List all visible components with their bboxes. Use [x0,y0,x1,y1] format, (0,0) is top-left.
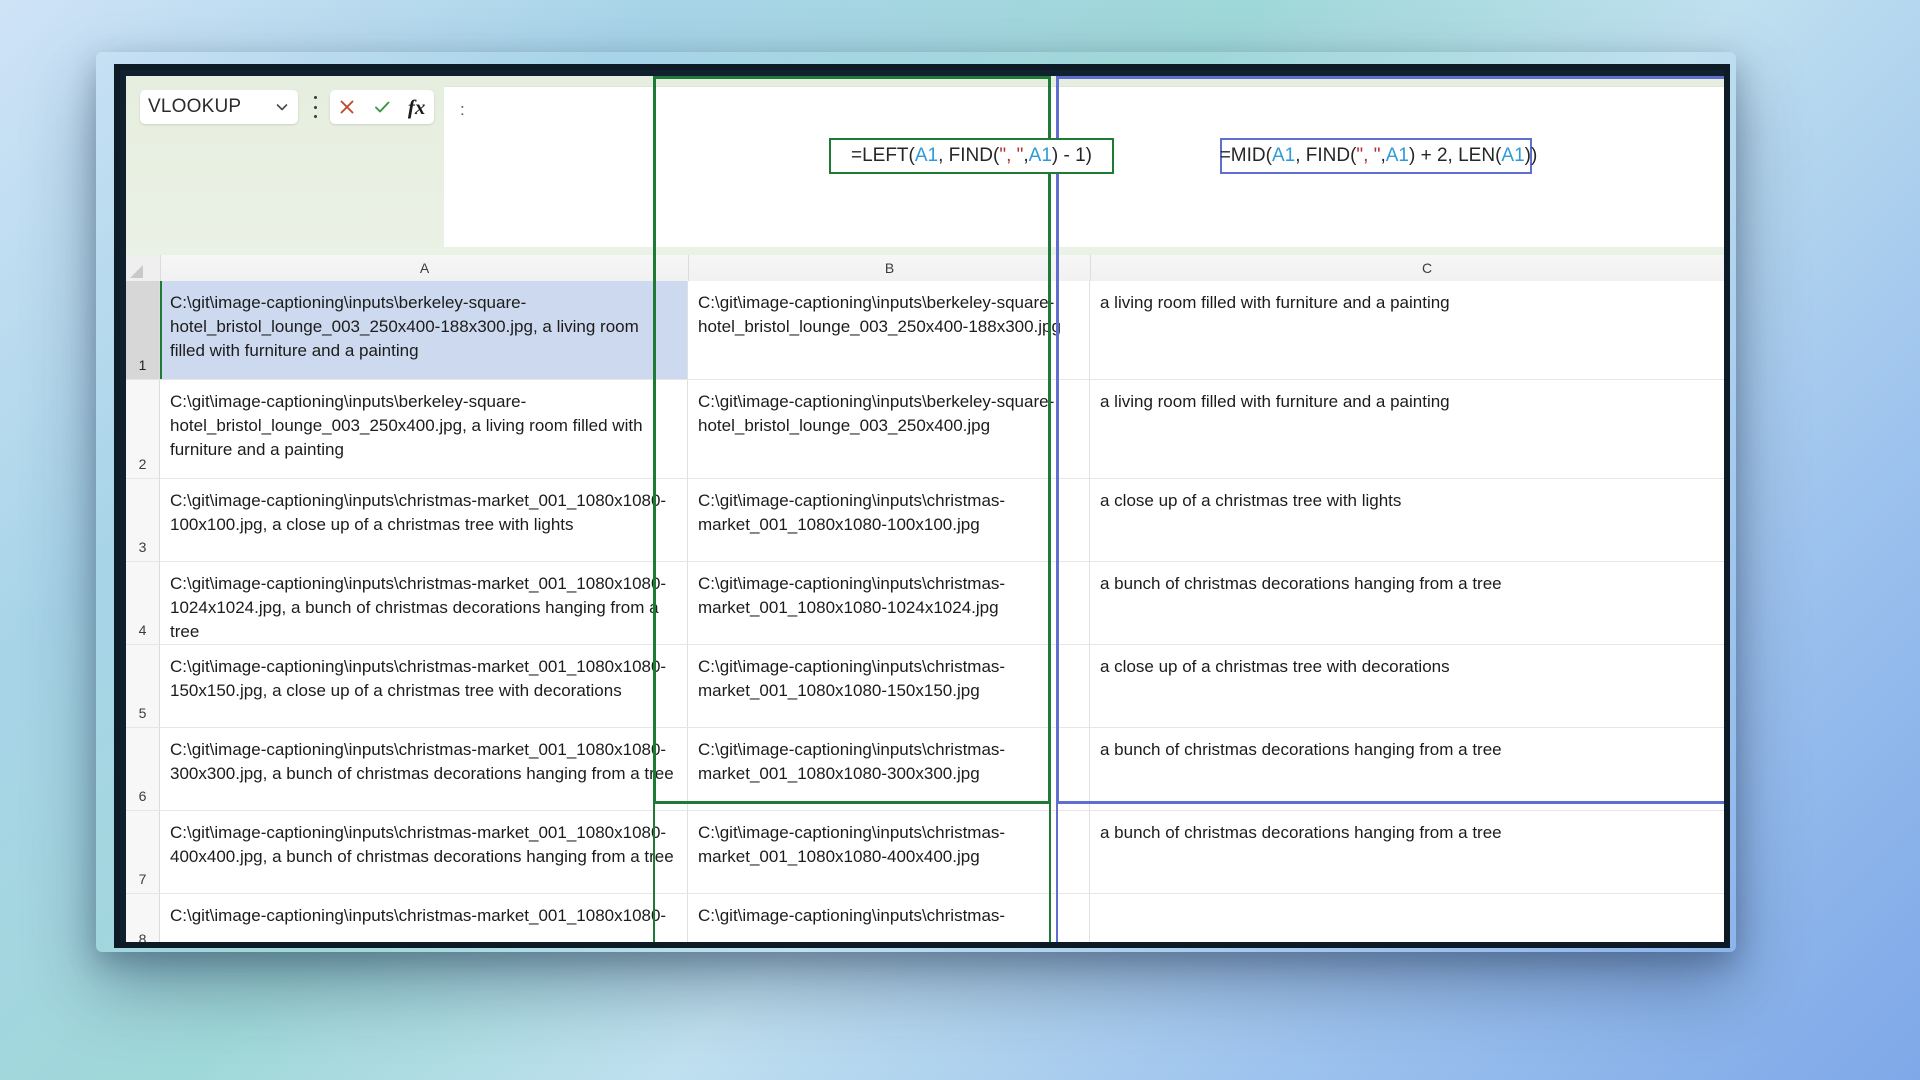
row-header-3[interactable]: 3 [126,479,160,561]
spreadsheet-window: VLOOKUP fx: A B C 1 C:\git\image-captio… [114,64,1730,948]
cell-A5[interactable]: C:\git\image-captioning\inputs\christmas… [160,645,688,727]
cell-grid: 1 C:\git\image-captioning\inputs\berkeley… [126,281,1724,942]
formula-token: A1 [1501,145,1525,166]
cell-A4[interactable]: C:\git\image-captioning\inputs\christmas… [160,562,688,644]
cell-A6[interactable]: C:\git\image-captioning\inputs\christmas… [160,728,688,810]
name-box-value: VLOOKUP [148,96,242,117]
column-header-row: A B C [126,255,1724,282]
column-header-c[interactable]: C [1091,255,1724,281]
cell-A8[interactable]: C:\git\image-captioning\inputs\christmas… [160,894,688,942]
cell-A3[interactable]: C:\git\image-captioning\inputs\christmas… [160,479,688,561]
formula-action-group: fx [330,90,434,124]
confirm-check-icon[interactable] [369,94,395,120]
cell-C8[interactable] [1090,894,1724,942]
table-row[interactable]: 2 C:\git\image-captioning\inputs\berkeley… [126,380,1724,479]
formula-token: A1 [914,145,939,166]
name-box[interactable]: VLOOKUP [140,90,298,124]
cell-C4[interactable]: a bunch of christmas decorations hanging… [1090,562,1724,644]
formula-chip-column-b[interactable]: =LEFT(A1, FIND(", ", A1) - 1) [829,138,1114,174]
cell-C6[interactable]: a bunch of christmas decorations hanging… [1090,728,1724,810]
table-row[interactable]: 6 C:\git\image-captioning\inputs\christma… [126,728,1724,811]
fx-insert-function-icon[interactable]: fx [404,94,430,120]
fx-label: fx [407,94,426,119]
row-header-6[interactable]: 6 [126,728,160,810]
chevron-down-icon[interactable] [274,99,290,115]
row-header-8[interactable]: 8 [126,894,160,942]
formula-token: =LEFT( [850,145,915,166]
formula-area-marker: : [460,100,465,119]
cell-B8[interactable]: C:\git\image-captioning\inputs\christmas… [688,894,1090,942]
column-header-b[interactable]: B [689,255,1091,281]
row-header-7[interactable]: 7 [126,811,160,893]
formula-token: A1 [1385,145,1409,166]
cell-C1[interactable]: a living room filled with furniture and … [1090,281,1724,379]
cell-B1[interactable]: C:\git\image-captioning\inputs\berkeley-… [688,281,1090,379]
formula-token: )) [1524,145,1538,166]
table-row[interactable]: 5 C:\git\image-captioning\inputs\christma… [126,645,1724,728]
cell-C7[interactable]: a bunch of christmas decorations hanging… [1090,811,1724,893]
cell-B4[interactable]: C:\git\image-captioning\inputs\christmas… [688,562,1090,644]
cell-A2[interactable]: C:\git\image-captioning\inputs\berkeley-… [160,380,688,478]
table-row[interactable]: 3 C:\git\image-captioning\inputs\christma… [126,479,1724,562]
row-header-4[interactable]: 4 [126,562,160,644]
cell-B7[interactable]: C:\git\image-captioning\inputs\christmas… [688,811,1090,893]
formula-token: , FIND( [1295,145,1357,166]
row-header-5[interactable]: 5 [126,645,160,727]
more-options-icon[interactable] [308,96,322,118]
table-row[interactable]: 7 C:\git\image-captioning\inputs\christma… [126,811,1724,894]
formula-token: A1 [1028,145,1052,166]
cell-B5[interactable]: C:\git\image-captioning\inputs\christmas… [688,645,1090,727]
formula-token: ) + 2, LEN( [1409,145,1502,166]
row-header-1[interactable]: 1 [126,281,160,379]
cell-A7[interactable]: C:\git\image-captioning\inputs\christmas… [160,811,688,893]
table-row[interactable]: 8 C:\git\image-captioning\inputs\christma… [126,894,1724,942]
formula-chip-column-c[interactable]: =MID(A1, FIND(", ", A1) + 2, LEN(A1)) [1219,138,1537,174]
formula-token: ", " [999,145,1024,166]
cell-C3[interactable]: a close up of a christmas tree with ligh… [1090,479,1724,561]
formula-token: =MID( [1219,145,1272,166]
spreadsheet-surface: VLOOKUP fx: A B C 1 C:\git\image-captio… [126,76,1730,948]
formula-token: ", " [1356,145,1381,166]
column-header-a[interactable]: A [161,255,689,281]
cell-B2[interactable]: C:\git\image-captioning\inputs\berkeley-… [688,380,1090,478]
formula-token: A1 [1271,145,1296,166]
formula-token: ) - 1) [1051,145,1093,166]
cancel-x-icon[interactable] [334,94,360,120]
cell-C5[interactable]: a close up of a christmas tree with deco… [1090,645,1724,727]
row-header-2[interactable]: 2 [126,380,160,478]
cell-C2[interactable]: a living room filled with furniture and … [1090,380,1724,478]
select-all-corner[interactable] [126,255,161,281]
column-b-guide-right [1049,281,1051,942]
column-b-guide-left [653,281,655,942]
formula-token: , FIND( [938,145,1000,166]
table-row[interactable]: 1 C:\git\image-captioning\inputs\berkeley… [126,281,1724,380]
cell-B6[interactable]: C:\git\image-captioning\inputs\christmas… [688,728,1090,810]
cell-B3[interactable]: C:\git\image-captioning\inputs\christmas… [688,479,1090,561]
grid-bottom-clip [126,944,1730,948]
column-c-guide-left [1056,281,1058,942]
screenshot-stage: VLOOKUP fx: A B C 1 C:\git\image-captio… [0,0,1920,1080]
cell-A1[interactable]: C:\git\image-captioning\inputs\berkeley-… [160,281,688,379]
table-row[interactable]: 4 C:\git\image-captioning\inputs\christma… [126,562,1724,645]
